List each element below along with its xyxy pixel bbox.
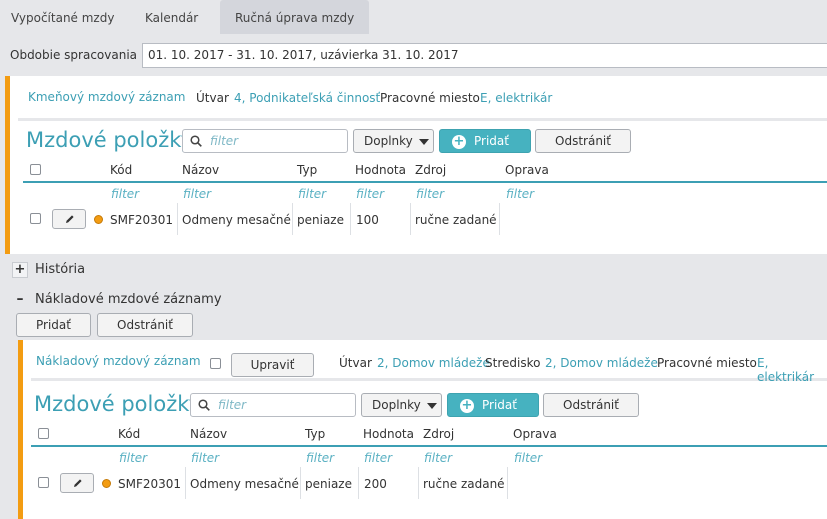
search-placeholder: filter [218, 398, 247, 412]
filter-zdroj[interactable]: filter [416, 187, 444, 201]
row-checkbox[interactable] [30, 213, 41, 224]
doplnky-dropdown[interactable]: Doplnky [353, 129, 434, 153]
col-nazov[interactable]: Názov [182, 163, 219, 177]
row-checkbox[interactable] [38, 477, 49, 488]
filter-nazov[interactable]: filter [191, 451, 219, 465]
col-oprava[interactable]: Oprava [505, 163, 549, 177]
status-dot-icon [94, 215, 103, 224]
cost-section-label: Nákladové mzdové záznamy [35, 292, 222, 307]
cost-items-title: Mzdové položky [34, 392, 202, 416]
cell-typ: peniaze [297, 213, 344, 227]
remove-item-button[interactable]: Odstrániť [535, 129, 631, 153]
edit-row-button[interactable] [60, 473, 94, 493]
filter-nazov[interactable]: filter [183, 187, 211, 201]
cost-miesto-label: Pracovné miesto [657, 356, 757, 370]
cost-miesto-value[interactable]: E, elektrikár [757, 356, 827, 384]
add-item-label: Pridať [474, 134, 509, 148]
collapse-icon: – [16, 291, 24, 307]
plus-circle-icon: + [460, 397, 474, 413]
tab-rucna-uprava-mzdy[interactable]: Ručná úprava mzdy [220, 0, 370, 34]
cost-record-checkbox[interactable] [210, 358, 221, 369]
search-placeholder: filter [210, 134, 239, 148]
history-label: História [35, 262, 86, 277]
utvar-label: Útvar [196, 91, 229, 105]
col-typ[interactable]: Typ [297, 163, 317, 177]
edit-button[interactable]: Upraviť [231, 353, 314, 377]
filter-hodnota[interactable]: filter [364, 451, 392, 465]
base-record-link[interactable]: Kmeňový mzdový záznam [28, 90, 185, 104]
cost-remove-button[interactable]: Odstrániť [97, 313, 193, 337]
tab-kalendar[interactable]: Kalendár [145, 0, 198, 34]
filter-oprava[interactable]: filter [506, 187, 534, 201]
base-record-panel: Kmeňový mzdový záznam Útvar 4, Podnikate… [5, 76, 827, 254]
cost-items-search-input[interactable]: filter [190, 393, 356, 417]
status-dot-icon [102, 479, 111, 488]
cost-utvar-label: Útvar [339, 356, 372, 370]
stredisko-label: Stredisko [485, 356, 541, 370]
items-search-input[interactable]: filter [182, 129, 348, 153]
period-row: Obdobie spracovania 01. 10. 2017 - 31. 1… [0, 37, 827, 73]
col-zdroj[interactable]: Zdroj [415, 163, 446, 177]
filter-hodnota[interactable]: filter [356, 187, 384, 201]
add-item-label: Pridať [482, 398, 517, 412]
cost-select-all-checkbox[interactable] [38, 428, 49, 439]
col-nazov[interactable]: Názov [190, 427, 227, 441]
cell-hodnota: 100 [356, 213, 379, 227]
caret-down-icon [418, 138, 429, 145]
cell-typ: peniaze [305, 477, 352, 491]
period-field[interactable]: 01. 10. 2017 - 31. 10. 2017, uzávierka 3… [142, 43, 827, 68]
cell-zdroj: ručne zadané [415, 213, 497, 227]
edit-row-button[interactable] [52, 209, 86, 229]
pencil-icon [66, 215, 74, 223]
cost-add-item-button[interactable]: + Pridať [447, 393, 539, 417]
filter-typ[interactable]: filter [298, 187, 326, 201]
header-underline [23, 181, 827, 183]
col-kod[interactable]: Kód [118, 427, 140, 441]
cost-remove-item-button[interactable]: Odstrániť [543, 393, 639, 417]
cell-nazov: Odmeny mesačné [182, 213, 291, 227]
doplnky-label: Doplnky [372, 398, 421, 412]
items-title: Mzdové položky [26, 128, 194, 152]
miesto-value[interactable]: E, elektrikár [480, 91, 552, 105]
cost-add-button[interactable]: Pridať [16, 313, 91, 337]
col-hodnota[interactable]: Hodnota [363, 427, 414, 441]
stredisko-value[interactable]: 2, Domov mládeže [545, 356, 658, 370]
utvar-value[interactable]: 4, Podnikateľská činnosť [234, 91, 380, 105]
cost-record-link[interactable]: Nákladový mzdový záznam [36, 354, 201, 368]
cost-doplnky-dropdown[interactable]: Doplnky [361, 393, 442, 417]
filter-zdroj[interactable]: filter [424, 451, 452, 465]
cost-record-panel: Nákladový mzdový záznam Upraviť Útvar 2,… [18, 340, 827, 519]
miesto-label: Pracovné miesto [380, 91, 480, 105]
doplnky-label: Doplnky [364, 134, 413, 148]
expand-icon: + [12, 262, 28, 278]
col-oprava[interactable]: Oprava [513, 427, 557, 441]
select-all-checkbox[interactable] [30, 164, 41, 175]
col-zdroj[interactable]: Zdroj [423, 427, 454, 441]
period-label: Obdobie spracovania [10, 48, 138, 62]
tab-vypocitane-mzdy[interactable]: Vypočítané mzdy [11, 0, 114, 34]
search-icon [190, 135, 202, 147]
tab-bar: Vypočítané mzdy Kalendár Ručná úprava mz… [0, 0, 827, 34]
filter-kod[interactable]: filter [111, 187, 139, 201]
cell-zdroj: ručne zadané [423, 477, 505, 491]
cell-hodnota: 200 [364, 477, 387, 491]
cell-kod: SMF20301 [118, 477, 182, 491]
filter-kod[interactable]: filter [119, 451, 147, 465]
header-underline [31, 445, 827, 447]
search-icon [198, 399, 210, 411]
cell-kod: SMF20301 [110, 213, 174, 227]
plus-circle-icon: + [452, 133, 466, 149]
pencil-icon [74, 479, 82, 487]
cell-nazov: Odmeny mesačné [190, 477, 299, 491]
filter-oprava[interactable]: filter [514, 451, 542, 465]
filter-typ[interactable]: filter [306, 451, 334, 465]
add-item-button[interactable]: + Pridať [439, 129, 531, 153]
col-typ[interactable]: Typ [305, 427, 325, 441]
caret-down-icon [426, 402, 437, 409]
cost-utvar-value[interactable]: 2, Domov mládeže [377, 356, 490, 370]
col-hodnota[interactable]: Hodnota [355, 163, 406, 177]
col-kod[interactable]: Kód [110, 163, 132, 177]
